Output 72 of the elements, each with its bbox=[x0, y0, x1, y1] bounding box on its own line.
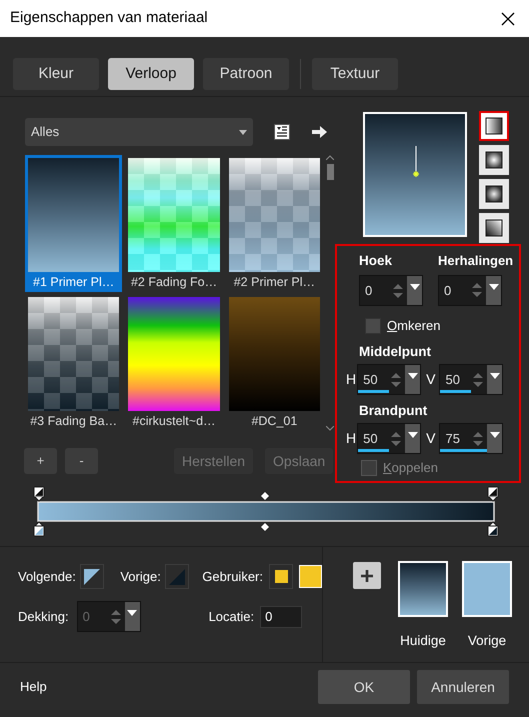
arrow-right-icon[interactable] bbox=[312, 125, 327, 139]
caret-icon[interactable] bbox=[410, 284, 420, 290]
chevron-up-icon[interactable] bbox=[326, 155, 334, 160]
location-field[interactable]: 0 bbox=[260, 606, 302, 628]
chevron-down-icon[interactable] bbox=[326, 426, 334, 431]
spin-field[interactable]: 50 bbox=[357, 364, 422, 395]
checkbox[interactable] bbox=[365, 318, 381, 334]
caret-icon[interactable] bbox=[488, 284, 498, 290]
add-swatch-button[interactable] bbox=[353, 562, 381, 589]
spin-arrows-icon[interactable] bbox=[471, 280, 483, 300]
spin-field[interactable]: 75 bbox=[439, 423, 504, 454]
gradient-style-button[interactable] bbox=[479, 213, 509, 243]
caret-icon[interactable] bbox=[408, 373, 418, 379]
field-label: Gebruiker: bbox=[202, 568, 263, 586]
tab[interactable]: Textuur bbox=[312, 58, 398, 90]
category-dropdown[interactable]: Alles bbox=[25, 118, 253, 146]
tab[interactable]: Verloop bbox=[108, 58, 194, 90]
plus-icon bbox=[361, 570, 373, 582]
next-color-button[interactable] bbox=[80, 564, 104, 589]
field-label: Volgende: bbox=[18, 568, 76, 586]
help-link[interactable]: Help bbox=[20, 677, 47, 697]
spin-field[interactable]: 50 bbox=[357, 423, 422, 454]
ok-button[interactable]: OK bbox=[318, 670, 410, 704]
color-swatch[interactable] bbox=[398, 561, 448, 617]
spin-field[interactable]: 0 bbox=[359, 275, 423, 306]
scrollbar-thumb[interactable] bbox=[326, 164, 334, 180]
gradient-preset[interactable]: #2 Primer Pl… bbox=[226, 155, 324, 292]
field-label: Locatie: bbox=[208, 608, 254, 626]
previous-color-button[interactable] bbox=[164, 564, 190, 589]
scrollbar[interactable] bbox=[325, 155, 335, 431]
axis-label: H bbox=[346, 429, 356, 448]
gradient-preset[interactable]: #cirkustelt~d… bbox=[125, 294, 223, 431]
caret-icon[interactable] bbox=[490, 432, 500, 438]
window-title: Eigenschappen van materiaal bbox=[10, 8, 208, 28]
section-label: Middelpunt bbox=[359, 342, 432, 361]
gradient-style-button[interactable] bbox=[479, 111, 509, 141]
remove-button[interactable]: - bbox=[65, 448, 98, 474]
axis-label: V bbox=[426, 370, 436, 389]
triangle-icon bbox=[84, 568, 100, 584]
field-label: Dekking: bbox=[18, 608, 69, 626]
color-chip bbox=[274, 570, 288, 583]
add-button[interactable]: + bbox=[24, 448, 57, 474]
gradient-style-button[interactable] bbox=[479, 145, 509, 175]
field-label: Hoek bbox=[359, 252, 394, 270]
axis-label: V bbox=[426, 429, 436, 448]
field-label: Vorige: bbox=[120, 568, 161, 586]
swatch-label: Huidige bbox=[400, 632, 446, 650]
section-label: Brandpunt bbox=[359, 402, 428, 420]
center-handle-icon[interactable] bbox=[411, 146, 421, 180]
gradient-preset[interactable]: #DC_01 bbox=[226, 294, 324, 431]
gradient-preset[interactable]: #3 Fading Ba… bbox=[25, 294, 122, 431]
axis-label: H bbox=[346, 370, 356, 389]
list-view-icon[interactable] bbox=[274, 124, 290, 140]
caret-icon[interactable] bbox=[490, 373, 500, 379]
triangle-icon bbox=[169, 568, 186, 584]
tab[interactable]: Kleur bbox=[13, 58, 99, 90]
spin-field[interactable]: 50 bbox=[439, 364, 504, 395]
tab[interactable]: Patroon bbox=[203, 58, 289, 90]
swatch-label: Vorige bbox=[468, 632, 506, 650]
caret-icon[interactable] bbox=[408, 432, 418, 438]
user-color-button[interactable] bbox=[269, 564, 294, 589]
field-label: Herhalingen bbox=[438, 252, 514, 270]
checkbox-label[interactable]: Omkeren bbox=[387, 316, 440, 336]
gradient-preset[interactable]: #2 Fading Fo… bbox=[125, 155, 223, 292]
close-icon[interactable] bbox=[501, 12, 515, 26]
spin-field[interactable]: 0 bbox=[438, 274, 502, 306]
gradient-preset[interactable]: #1 Primer Pl… bbox=[25, 155, 122, 292]
color-swatch[interactable] bbox=[462, 561, 512, 617]
caret-icon bbox=[239, 130, 247, 134]
cancel-button[interactable]: Annuleren bbox=[417, 670, 509, 704]
color-swatch[interactable] bbox=[299, 565, 322, 588]
gradient-style-button[interactable] bbox=[479, 179, 509, 209]
